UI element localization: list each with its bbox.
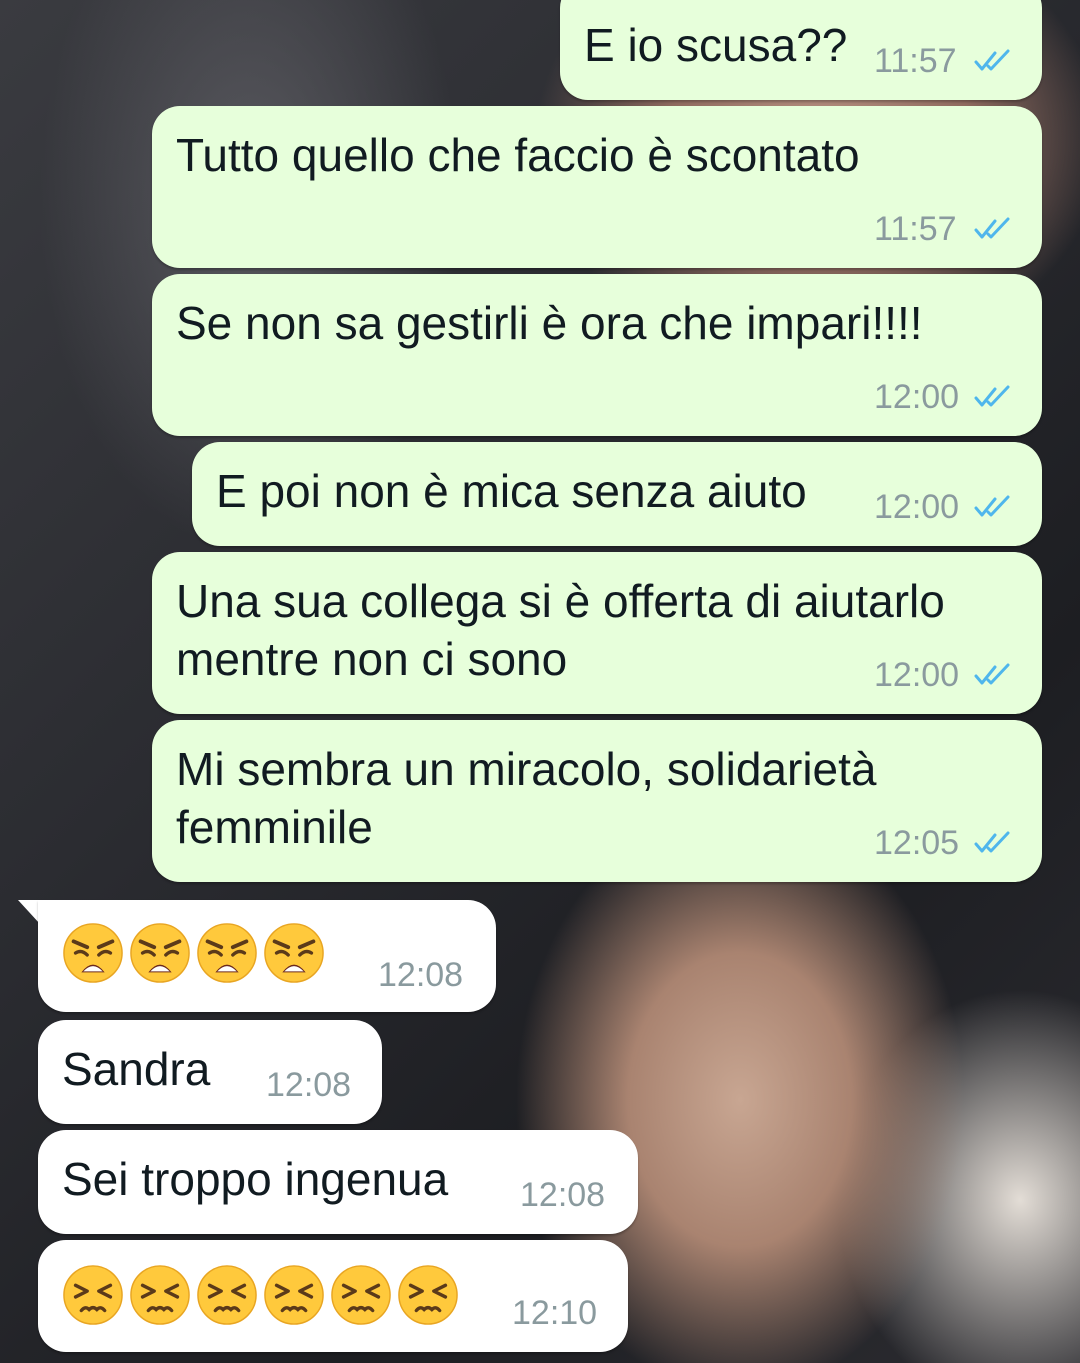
read-ticks-icon [974, 49, 1010, 71]
message-text: Sei troppo ingenua [62, 1153, 449, 1205]
weary-face-icon [264, 923, 324, 983]
read-ticks-icon [974, 385, 1010, 407]
read-ticks-icon [974, 831, 1010, 853]
outgoing-message[interactable]: Se non sa gestirli è ora che impari!!!! … [152, 274, 1042, 436]
incoming-message[interactable]: Sandra 12:08 [38, 1020, 382, 1124]
message-time: 12:00 [874, 656, 960, 694]
persevering-face-icon [398, 1265, 458, 1325]
incoming-message[interactable]: 12:08 [38, 900, 496, 1012]
message-text: E io scusa?? [584, 19, 848, 71]
outgoing-message[interactable]: Mi sembra un miracolo, solidarietà femmi… [152, 720, 1042, 882]
weary-face-icon [197, 923, 257, 983]
emoji-row [62, 922, 325, 984]
read-ticks-icon [974, 663, 1010, 685]
incoming-message[interactable]: 12:10 [38, 1240, 628, 1352]
persevering-face-icon [197, 1265, 257, 1325]
persevering-face-icon [331, 1265, 391, 1325]
message-time: 12:08 [520, 1176, 606, 1214]
message-time: 12:08 [378, 956, 464, 994]
emoji-row [62, 1264, 459, 1326]
message-text: E poi non è mica senza aiuto [216, 465, 807, 517]
message-time: 12:10 [512, 1294, 598, 1332]
message-time: 12:08 [266, 1066, 352, 1104]
outgoing-message[interactable]: E io scusa?? 11:57 [560, 0, 1042, 100]
message-text-line-2: femminile [176, 801, 373, 853]
persevering-face-icon [264, 1265, 324, 1325]
message-text: Sandra [62, 1043, 211, 1095]
message-text: Tutto quello che faccio è scontato [176, 129, 860, 181]
weary-face-icon [130, 923, 190, 983]
message-text-line-1: Mi sembra un miracolo, solidarietà [176, 743, 877, 795]
outgoing-message[interactable]: E poi non è mica senza aiuto 12:00 [192, 442, 1042, 546]
message-time: 12:05 [874, 824, 960, 862]
read-ticks-icon [974, 217, 1010, 239]
read-ticks-icon [974, 495, 1010, 517]
message-time: 12:00 [874, 378, 960, 416]
incoming-message[interactable]: Sei troppo ingenua 12:08 [38, 1130, 638, 1234]
incoming-bubble-tail [18, 900, 40, 924]
message-time: 11:57 [874, 210, 957, 248]
message-time: 12:00 [874, 488, 960, 526]
outgoing-message[interactable]: Tutto quello che faccio è scontato 11:57 [152, 106, 1042, 268]
persevering-face-icon [63, 1265, 123, 1325]
message-text: Se non sa gestirli è ora che impari!!!! [176, 297, 923, 349]
message-time: 11:57 [874, 42, 957, 80]
message-text-line-2: mentre non ci sono [176, 633, 568, 685]
outgoing-message[interactable]: Una sua collega si è offerta di aiutarlo… [152, 552, 1042, 714]
message-text-line-1: Una sua collega si è offerta di aiutarlo [176, 575, 945, 627]
persevering-face-icon [130, 1265, 190, 1325]
weary-face-icon [63, 923, 123, 983]
